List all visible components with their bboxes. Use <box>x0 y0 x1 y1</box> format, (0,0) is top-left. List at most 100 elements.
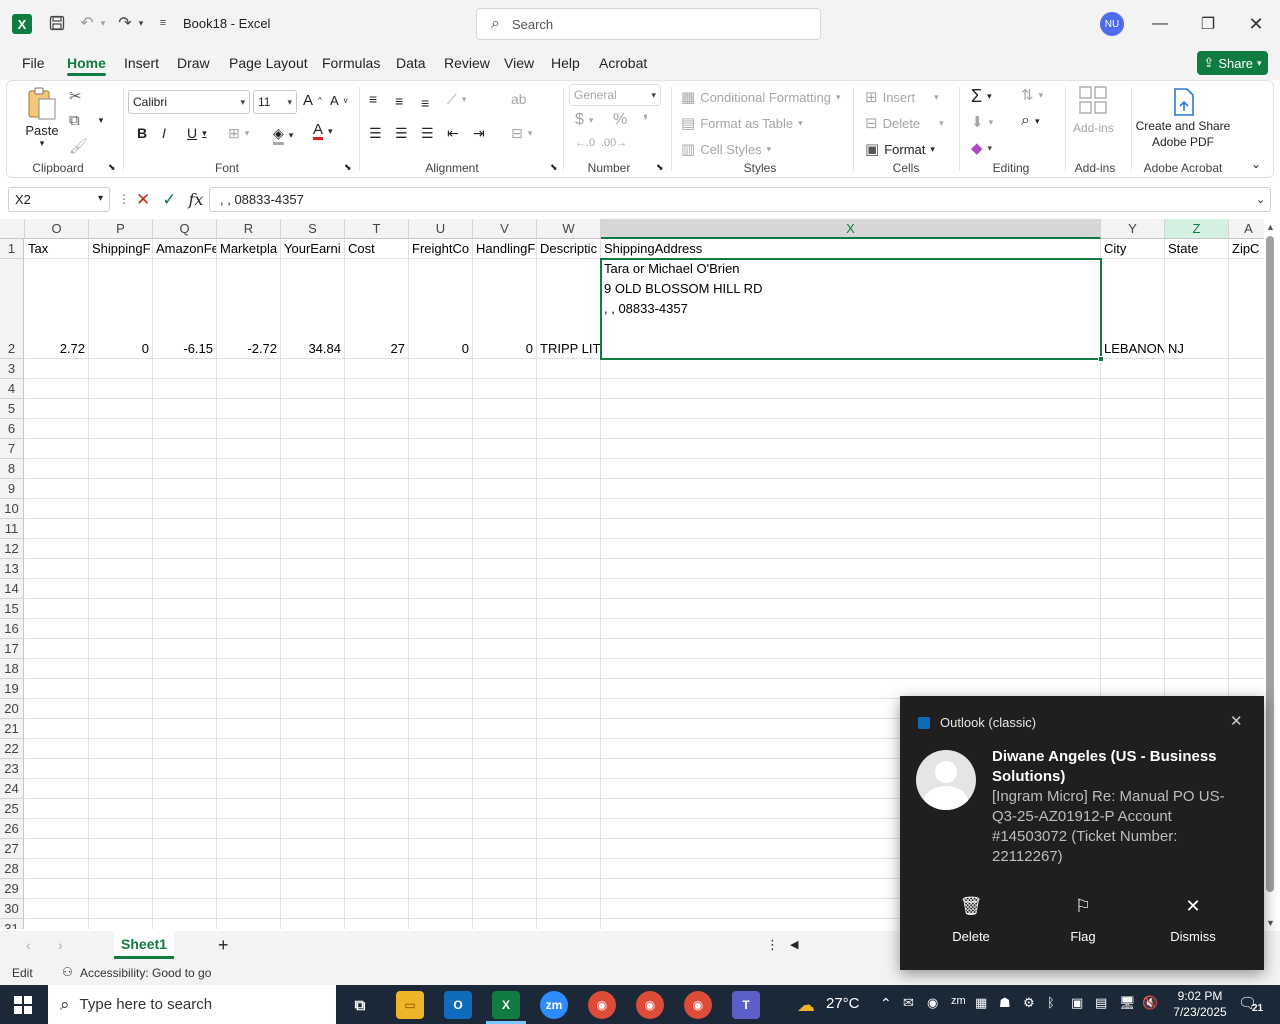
cell-z14[interactable] <box>1165 579 1229 599</box>
cell-o31[interactable] <box>25 919 89 929</box>
cell-s10[interactable] <box>281 499 345 519</box>
cell-x5[interactable] <box>601 399 1101 419</box>
cell-v19[interactable] <box>473 679 537 699</box>
cell-r8[interactable] <box>217 459 281 479</box>
cell-u6[interactable] <box>409 419 473 439</box>
cell-o27[interactable] <box>25 839 89 859</box>
tab-page-layout[interactable]: Page Layout <box>229 55 308 71</box>
format-cells-button[interactable]: ▣ Format ▾ <box>865 140 935 158</box>
cell-y16[interactable] <box>1101 619 1165 639</box>
cell-o19[interactable] <box>25 679 89 699</box>
cell-w9[interactable] <box>537 479 601 499</box>
tray-settings-icon[interactable]: ⚙ <box>1023 995 1035 1011</box>
cell-q25[interactable] <box>153 799 217 819</box>
row-header-15[interactable]: 15 <box>0 599 24 619</box>
cell-q23[interactable] <box>153 759 217 779</box>
cell-p23[interactable] <box>89 759 153 779</box>
cell-s15[interactable] <box>281 599 345 619</box>
cell-a11[interactable] <box>1229 519 1264 539</box>
cell-u23[interactable] <box>409 759 473 779</box>
cell-s4[interactable] <box>281 379 345 399</box>
cell-a4[interactable] <box>1229 379 1264 399</box>
cell-w24[interactable] <box>537 779 601 799</box>
cell-w23[interactable] <box>537 759 601 779</box>
clipboard-launcher-icon[interactable]: ⬊ <box>108 162 116 173</box>
find-select-icon[interactable]: ⌕ ▾ <box>1021 112 1040 130</box>
tray-display-icon[interactable]: ▤ <box>1095 995 1107 1011</box>
number-launcher-icon[interactable]: ⬊ <box>656 162 664 173</box>
cell-r18[interactable] <box>217 659 281 679</box>
cell-y18[interactable] <box>1101 659 1165 679</box>
cell-q9[interactable] <box>153 479 217 499</box>
cell-t8[interactable] <box>345 459 409 479</box>
cell-w19[interactable] <box>537 679 601 699</box>
cell-o4[interactable] <box>25 379 89 399</box>
network-icon[interactable]: 🖥 <box>1119 995 1136 1011</box>
delete-cells-button[interactable]: ⊟ Delete ▾ <box>865 114 944 132</box>
tab-view[interactable]: View <box>504 55 534 71</box>
cell-q27[interactable] <box>153 839 217 859</box>
cell-u18[interactable] <box>409 659 473 679</box>
cell-s18[interactable] <box>281 659 345 679</box>
tray-bluetooth-icon[interactable]: ᛒ <box>1047 995 1055 1010</box>
row-header-22[interactable]: 22 <box>0 739 24 759</box>
column-header-r[interactable]: R <box>217 219 281 239</box>
cell-u1[interactable]: FreightCo <box>409 239 473 259</box>
row-header-5[interactable]: 5 <box>0 399 24 419</box>
cell-r23[interactable] <box>217 759 281 779</box>
cell-q20[interactable] <box>153 699 217 719</box>
cell-r14[interactable] <box>217 579 281 599</box>
cell-o14[interactable] <box>25 579 89 599</box>
cell-o2[interactable]: 2.72 <box>25 259 89 359</box>
toast-flag-button[interactable]: ⚐ Flag <box>1052 896 1114 944</box>
cell-t10[interactable] <box>345 499 409 519</box>
font-color-icon[interactable]: A ▾ <box>313 122 333 140</box>
conditional-formatting-button[interactable]: ▦ Conditional Formatting ▾ <box>681 88 841 106</box>
cell-r10[interactable] <box>217 499 281 519</box>
cell-y11[interactable] <box>1101 519 1165 539</box>
align-middle-icon[interactable]: ≡ <box>395 93 403 109</box>
cell-r30[interactable] <box>217 899 281 919</box>
fill-handle[interactable] <box>1098 356 1104 362</box>
cell-u29[interactable] <box>409 879 473 899</box>
cell-r3[interactable] <box>217 359 281 379</box>
cell-q11[interactable] <box>153 519 217 539</box>
cell-y9[interactable] <box>1101 479 1165 499</box>
cell-p21[interactable] <box>89 719 153 739</box>
cell-w14[interactable] <box>537 579 601 599</box>
cell-w13[interactable] <box>537 559 601 579</box>
cell-z9[interactable] <box>1165 479 1229 499</box>
font-size-dropdown[interactable]: 11 ▾ <box>253 90 297 114</box>
cell-v24[interactable] <box>473 779 537 799</box>
cell-u10[interactable] <box>409 499 473 519</box>
cell-v5[interactable] <box>473 399 537 419</box>
copy-icon[interactable]: ⧉ ▾ <box>69 112 103 129</box>
cell-w31[interactable] <box>537 919 601 929</box>
cell-s21[interactable] <box>281 719 345 739</box>
cell-u20[interactable] <box>409 699 473 719</box>
cell-x13[interactable] <box>601 559 1101 579</box>
alignment-launcher-icon[interactable]: ⬊ <box>550 162 558 173</box>
cell-p15[interactable] <box>89 599 153 619</box>
cell-z5[interactable] <box>1165 399 1229 419</box>
paste-button[interactable]: Paste ▾ <box>25 85 59 149</box>
volume-icon[interactable]: 🔇 <box>1142 995 1158 1011</box>
cell-v12[interactable] <box>473 539 537 559</box>
cell-w26[interactable] <box>537 819 601 839</box>
cell-t24[interactable] <box>345 779 409 799</box>
cell-q4[interactable] <box>153 379 217 399</box>
borders-icon[interactable]: ⊞ ▾ <box>228 125 249 142</box>
cell-a5[interactable] <box>1229 399 1264 419</box>
increase-indent-icon[interactable]: ⇥ <box>473 125 485 142</box>
cell-q16[interactable] <box>153 619 217 639</box>
tab-review[interactable]: Review <box>444 55 490 71</box>
cell-y14[interactable] <box>1101 579 1165 599</box>
cell-s3[interactable] <box>281 359 345 379</box>
collapse-ribbon-icon[interactable]: ⌄ <box>1251 157 1261 171</box>
cell-y7[interactable] <box>1101 439 1165 459</box>
cell-s8[interactable] <box>281 459 345 479</box>
cell-y15[interactable] <box>1101 599 1165 619</box>
cut-icon[interactable]: ✂ <box>69 87 82 105</box>
cell-v16[interactable] <box>473 619 537 639</box>
cell-w21[interactable] <box>537 719 601 739</box>
